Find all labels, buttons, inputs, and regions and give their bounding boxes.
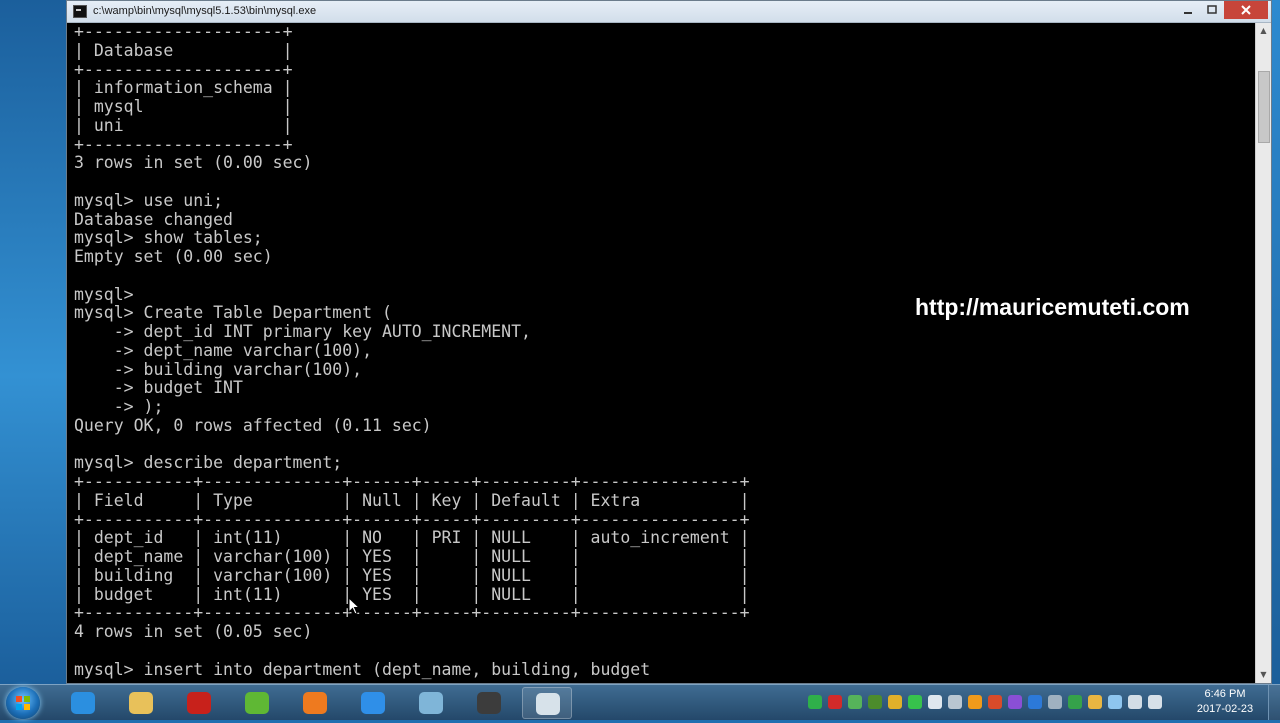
windows-logo-icon [16, 696, 30, 710]
shield-tray-icon[interactable] [868, 695, 882, 709]
taskbar-button[interactable] [116, 687, 166, 719]
close-icon [1241, 5, 1251, 15]
minimize-button[interactable] [1176, 1, 1200, 19]
show-desktop-button[interactable] [1268, 685, 1280, 720]
console-line: +--------------------+ [74, 59, 293, 79]
console-line: Empty set (0.00 sec) [74, 247, 273, 266]
media-player-icon [361, 692, 385, 714]
taskbar-button[interactable] [348, 687, 398, 719]
console-app-icon [73, 5, 87, 18]
folder-tray-icon[interactable] [1088, 695, 1102, 709]
windows-start-icon[interactable] [6, 687, 40, 719]
console-line: -> dept_id INT primary key AUTO_INCREMEN… [74, 322, 531, 341]
file-explorer-icon [129, 692, 153, 714]
color-tray-icon[interactable] [1008, 695, 1022, 709]
s-tray-icon[interactable] [988, 695, 1002, 709]
console-line: Database changed [74, 209, 233, 229]
console-line: | mysql | [74, 97, 293, 116]
desktop-background [0, 0, 66, 684]
taskbar-button[interactable] [522, 687, 572, 719]
taskbar-button[interactable] [290, 687, 340, 719]
scroll-down-icon[interactable]: ▼ [1256, 667, 1271, 683]
console-line: -> dept_name varchar(100), [74, 340, 373, 360]
scroll-thumb[interactable] [1258, 71, 1270, 143]
app-red-icon [187, 692, 211, 714]
clock-date[interactable]: 2017-02-23 [1190, 703, 1260, 715]
console-line: +--------------------+ [74, 23, 293, 41]
console-line: 4 rows in set (0.05 sec) [74, 622, 313, 641]
console-line: mysql> describe department; [74, 453, 343, 473]
notepad-icon [419, 692, 443, 714]
mouse-cursor-icon [348, 597, 360, 615]
green-tray-icon[interactable] [808, 695, 822, 709]
console-line: +-----------+--------------+------+-----… [74, 603, 750, 623]
record-tray-icon[interactable] [828, 695, 842, 709]
update-tray-icon[interactable] [1068, 695, 1082, 709]
close-button[interactable] [1224, 1, 1268, 19]
globe-tray-icon[interactable] [1028, 695, 1042, 709]
console-line: +--------------------+ [74, 134, 293, 154]
taskbar-button[interactable] [174, 687, 224, 719]
app-tool-icon [477, 692, 501, 714]
clock-time[interactable]: 6:46 PM [1190, 688, 1260, 700]
console-line: +-----------+--------------+------+-----… [74, 472, 750, 491]
console-window-icon [536, 693, 560, 715]
taskbar-button[interactable] [464, 687, 514, 719]
console-line: | information_schema | [74, 78, 293, 98]
console-line: mysql> insert into department (dept_name… [74, 659, 651, 679]
console-line: | uni | [74, 115, 293, 135]
console-line: | Database | [74, 40, 293, 60]
console-line: | dept_id | int(11) | NO | PRI | NULL | … [74, 528, 750, 548]
minimize-icon [1184, 12, 1192, 14]
console-line: | dept_name | varchar(100) | YES | | NUL… [74, 547, 750, 566]
console-line: +-----------+--------------+------+-----… [74, 509, 750, 529]
console-line: | building | varchar(100) | YES | | NULL… [74, 565, 750, 585]
console-line: | budget | int(11) | YES | | NULL | | [74, 584, 750, 604]
console-line: Query OK, 0 rows affected (0.11 sec) [74, 415, 432, 435]
wifi-tray-icon[interactable] [1108, 695, 1122, 709]
maximize-icon [1207, 5, 1217, 14]
console-line: -> building varchar(100), [74, 359, 363, 379]
utorrent-icon [245, 692, 269, 714]
firefox-icon [303, 692, 327, 714]
console-window[interactable]: c:\wamp\bin\mysql\mysql5.1.53\bin\mysql.… [66, 0, 1272, 684]
console-line: mysql> show tables; [74, 228, 263, 248]
console-line: mysql> use uni; [74, 190, 224, 210]
console-line: 3 rows in set (0.00 sec) [74, 153, 313, 173]
taskbar [0, 684, 1280, 720]
maximize-button[interactable] [1200, 1, 1224, 19]
signal-tray-icon[interactable] [1148, 695, 1162, 709]
flag-tray-icon[interactable] [1128, 695, 1142, 709]
watermark-url: http://mauricemuteti.com [915, 294, 1190, 320]
internet-explorer-icon [71, 692, 95, 714]
scroll-up-icon[interactable]: ▲ [1256, 23, 1271, 39]
gear-tray-icon[interactable] [948, 695, 962, 709]
k-tray-icon[interactable] [968, 695, 982, 709]
chrome-tray-icon[interactable] [888, 695, 902, 709]
network-tray-icon[interactable] [848, 695, 862, 709]
console-line: -> ); [74, 397, 164, 416]
volume-tray-icon[interactable] [928, 695, 942, 709]
console-output[interactable]: +--------------------+ | Database | +-----… [67, 23, 1255, 683]
taskbar-button[interactable] [232, 687, 282, 719]
console-line: -> budget INT [74, 378, 243, 398]
taskbar-button[interactable] [406, 687, 456, 719]
window-titlebar[interactable]: c:\wamp\bin\mysql\mysql5.1.53\bin\mysql.… [67, 1, 1271, 23]
desktop-background-right [1272, 0, 1280, 684]
link-tray-icon[interactable] [1048, 695, 1062, 709]
taskbar-button[interactable] [58, 687, 108, 719]
console-line: | Field | Type | Null | Key | Default | … [74, 490, 750, 510]
whatsapp-tray-icon[interactable] [908, 695, 922, 709]
window-title: c:\wamp\bin\mysql\mysql5.1.53\bin\mysql.… [93, 5, 317, 17]
vertical-scrollbar[interactable]: ▲ ▼ [1255, 23, 1271, 683]
